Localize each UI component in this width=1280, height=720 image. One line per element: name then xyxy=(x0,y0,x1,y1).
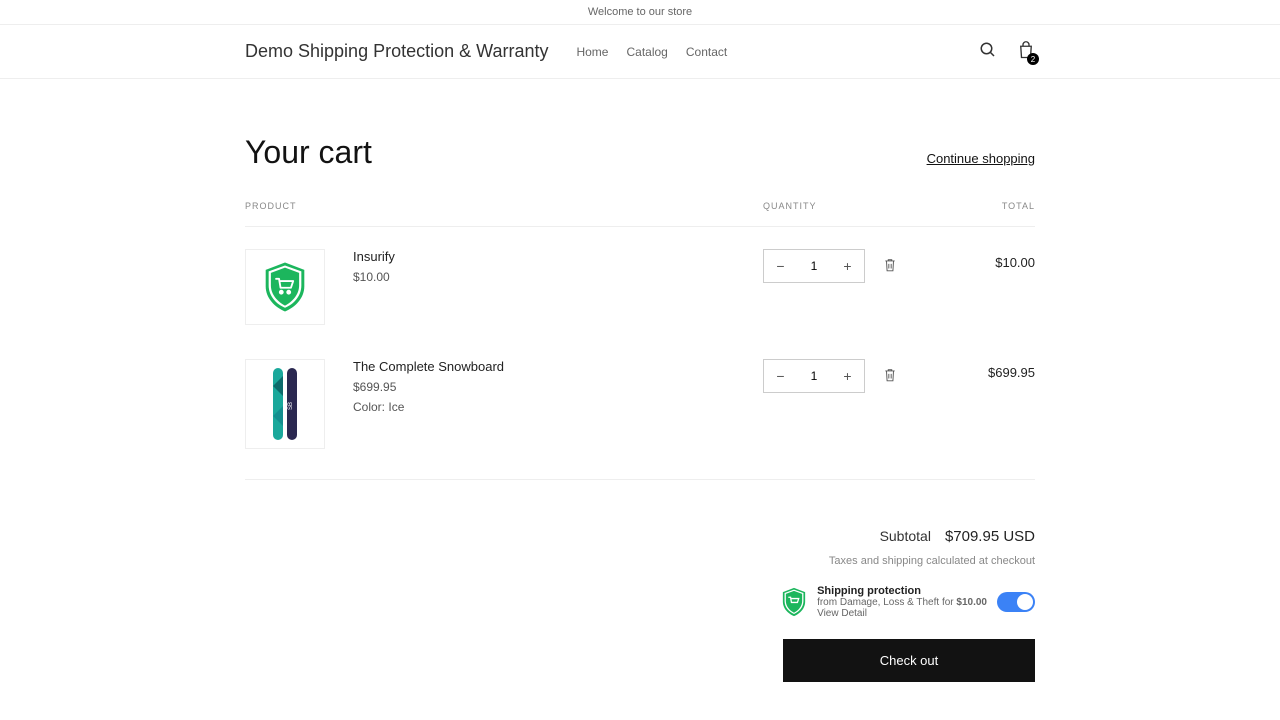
item-total: $699.95 xyxy=(897,359,1035,380)
trash-icon xyxy=(883,257,897,273)
protection-toggle[interactable] xyxy=(997,592,1035,612)
item-name[interactable]: The Complete Snowboard xyxy=(353,359,763,374)
continue-shopping-link[interactable]: Continue shopping xyxy=(927,151,1035,166)
header-total: TOTAL xyxy=(933,201,1035,211)
protection-view-detail-link[interactable]: View Detail xyxy=(817,608,987,619)
nav-catalog[interactable]: Catalog xyxy=(626,45,667,59)
item-price: $10.00 xyxy=(353,270,763,284)
quantity-stepper: − + xyxy=(763,359,865,393)
protection-desc: from Damage, Loss & Theft for $10.00 xyxy=(817,597,987,608)
brand-title[interactable]: Demo Shipping Protection & Warranty xyxy=(245,41,548,62)
protection-title: Shipping protection xyxy=(817,585,987,597)
qty-decrease-button[interactable]: − xyxy=(764,250,797,282)
qty-input[interactable] xyxy=(797,250,831,282)
subtotal-value: $709.95 USD xyxy=(945,528,1035,545)
cart-table-header: PRODUCT QUANTITY TOTAL xyxy=(245,201,1035,227)
cart-item-row: Insurify $10.00 − + $10.00 xyxy=(245,227,1035,337)
qty-increase-button[interactable]: + xyxy=(831,360,864,392)
item-total: $10.00 xyxy=(897,249,1035,270)
item-image[interactable]: SB xyxy=(245,359,325,449)
item-name[interactable]: Insurify xyxy=(353,249,763,264)
header-product: PRODUCT xyxy=(245,201,763,211)
cart-count-badge: 2 xyxy=(1027,53,1039,65)
cart-item-row: SB The Complete Snowboard $699.95 Color:… xyxy=(245,337,1035,461)
nav-contact[interactable]: Contact xyxy=(686,45,727,59)
quantity-stepper: − + xyxy=(763,249,865,283)
header-quantity: QUANTITY xyxy=(763,201,933,211)
snowboard-icon: SB xyxy=(267,366,303,442)
item-price: $699.95 xyxy=(353,380,763,394)
nav-home[interactable]: Home xyxy=(576,45,608,59)
checkout-button[interactable]: Check out xyxy=(783,639,1035,682)
shield-icon xyxy=(781,587,807,617)
main-nav: Home Catalog Contact xyxy=(576,45,727,59)
trash-icon xyxy=(883,367,897,383)
site-header: Demo Shipping Protection & Warranty Home… xyxy=(0,25,1280,79)
search-icon xyxy=(979,41,997,59)
item-variant: Color: Ice xyxy=(353,400,763,414)
shield-cart-icon xyxy=(262,261,308,313)
remove-item-button[interactable] xyxy=(883,257,897,276)
cart-button[interactable]: 2 xyxy=(1017,40,1035,63)
announcement-bar: Welcome to our store xyxy=(0,0,1280,25)
divider xyxy=(245,479,1035,480)
svg-text:SB: SB xyxy=(288,402,294,410)
subtotal-label: Subtotal xyxy=(880,528,931,544)
tax-note: Taxes and shipping calculated at checkou… xyxy=(245,555,1035,567)
qty-decrease-button[interactable]: − xyxy=(764,360,797,392)
remove-item-button[interactable] xyxy=(883,367,897,386)
search-button[interactable] xyxy=(979,41,997,62)
item-image[interactable] xyxy=(245,249,325,325)
toggle-knob xyxy=(1017,594,1033,610)
qty-input[interactable] xyxy=(797,360,831,392)
shipping-protection-widget: Shipping protection from Damage, Loss & … xyxy=(245,585,1035,619)
page-title: Your cart xyxy=(245,134,372,171)
qty-increase-button[interactable]: + xyxy=(831,250,864,282)
